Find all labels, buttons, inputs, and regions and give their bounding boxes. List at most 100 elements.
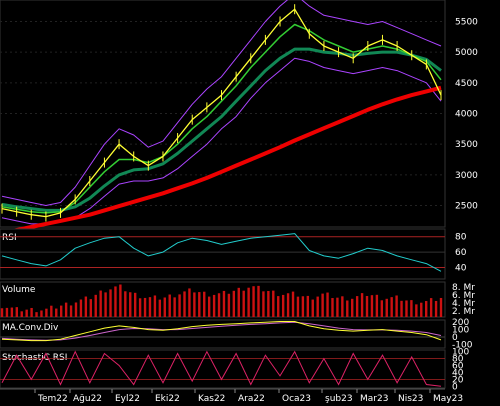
volume-bar	[129, 292, 132, 317]
volume-bar	[114, 286, 117, 317]
volume-bar	[434, 300, 438, 317]
volume-bar	[10, 307, 14, 317]
volume-bar	[178, 294, 181, 317]
date-tick-label: Ara22	[238, 394, 265, 404]
date-tick-label: Tem22	[37, 394, 68, 404]
volume-bar	[5, 307, 9, 317]
volume-bar	[89, 299, 92, 317]
volume-bar	[198, 292, 201, 317]
volume-bar	[429, 298, 433, 317]
date-tick-label: şub23	[325, 394, 353, 404]
volume-bar	[267, 290, 270, 317]
volume-bar	[425, 301, 428, 317]
volume-bar	[252, 286, 255, 317]
volume-bar	[242, 290, 245, 317]
volume-bar	[79, 299, 83, 317]
date-tick-label: Oca23	[282, 394, 311, 404]
date-tick-label: Eyl22	[115, 394, 140, 404]
volume-bar	[365, 295, 369, 317]
volume-bar	[272, 290, 275, 317]
volume-bar	[69, 305, 73, 317]
volume-bar	[306, 295, 310, 317]
volume-bar	[138, 298, 142, 317]
volume-bar	[222, 290, 226, 317]
volume-bar	[163, 297, 166, 317]
volume-bar	[173, 297, 176, 317]
volume-bar	[415, 304, 418, 317]
volume-tick-label: 2. Mr	[452, 307, 475, 317]
date-tick-label: Eki22	[155, 394, 180, 404]
volume-bar	[119, 284, 122, 317]
volume-bar	[59, 305, 63, 317]
volume-bar	[99, 290, 102, 317]
volume-bar	[124, 291, 127, 317]
date-tick-label: Nis23	[398, 394, 423, 404]
volume-bar	[40, 310, 43, 317]
technical-chart: 5500500045004000350030002500 RSI 806040 …	[0, 0, 500, 406]
volume-bar	[30, 307, 33, 317]
volume-bar	[360, 293, 364, 317]
price-tick-label: 4000	[455, 110, 478, 120]
volume-bar	[286, 293, 290, 317]
volume-bar	[237, 287, 240, 317]
volume-y-ticks: 8. Mr6. Mr4. Mr2. Mr	[452, 283, 475, 317]
volume-bar	[158, 299, 162, 317]
rsi-panel: RSI 80 60 40	[0, 228, 467, 280]
volume-bar	[277, 296, 280, 317]
volume-label: Volume	[2, 285, 36, 295]
volume-bar	[143, 297, 147, 317]
volume-bar	[346, 300, 349, 317]
volume-bar	[227, 293, 231, 317]
stoch-panel: StochastiC RSI 100806040200	[0, 348, 469, 392]
volume-bar	[25, 309, 28, 317]
volume-bar	[257, 285, 260, 317]
date-tick-label: Mar23	[360, 394, 388, 404]
rsi-tick-label: 40	[455, 263, 467, 273]
rsi-tick-label: 60	[455, 248, 467, 258]
date-tick-label: Kas22	[198, 394, 225, 404]
volume-bar	[168, 294, 171, 317]
volume-bar	[148, 297, 152, 317]
chart-root: 5500 5000 4500 4000 3500 3000 2500 RSI 80 60 40 …	[0, 0, 500, 406]
volume-bar	[109, 289, 112, 317]
volume-bar	[341, 296, 344, 317]
volume-bar	[55, 308, 58, 317]
volume-bar	[370, 295, 374, 317]
volume-bar	[321, 293, 324, 317]
stoch-tick-label: 0	[452, 382, 458, 392]
volume-bar	[355, 296, 359, 317]
volume-bar	[20, 311, 23, 317]
macd-label: MA.Conv.Div	[2, 323, 59, 333]
volume-bar	[212, 294, 216, 317]
volume-bar	[232, 290, 236, 317]
volume-bar	[336, 297, 339, 317]
volume-bar	[193, 292, 196, 317]
volume-bar	[262, 291, 265, 317]
volume-bar	[390, 297, 393, 317]
price-panel: 5500 5000 4500 4000 3500 3000 2500	[0, 0, 478, 236]
volume-bar	[296, 296, 300, 317]
volume-bar	[217, 293, 221, 317]
price-tick-label: 3500	[455, 140, 478, 150]
volume-bar	[133, 292, 137, 317]
price-tick-label: 2500	[455, 202, 478, 212]
volume-bar	[281, 294, 285, 317]
volume-bar	[326, 292, 329, 317]
volume-bar	[45, 308, 48, 317]
volume-bar	[0, 308, 4, 317]
date-tick-label: Ağu22	[73, 394, 102, 404]
volume-bar	[405, 300, 408, 317]
price-tick-label: 3000	[455, 171, 478, 181]
volume-bar	[74, 302, 78, 317]
volume-panel: Volume 8. Mr6. Mr4. Mr2. Mr	[0, 281, 475, 318]
volume-bar	[311, 299, 314, 317]
volume-bar	[84, 296, 88, 317]
stoch-label: StochastiC RSI	[2, 353, 67, 363]
volume-bar	[301, 296, 305, 317]
volume-bar	[316, 296, 319, 317]
volume-bar	[331, 298, 334, 317]
rsi-label: RSI	[2, 233, 17, 243]
price-tick-label: 5000	[455, 48, 478, 58]
volume-bar	[203, 291, 206, 317]
price-tick-label: 4500	[455, 79, 478, 89]
